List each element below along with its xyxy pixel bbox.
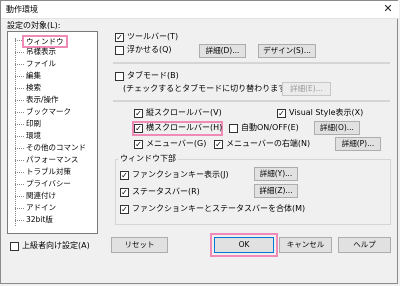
settings-tree[interactable]: ウィンドウ 吊様表示 ファイル 編集 検索 表示/操作 ブックマーク 印刷 環境 その他のコマンド… xyxy=(7,31,98,234)
toolbar-details-button[interactable]: 詳細(D)... xyxy=(199,44,246,58)
menubar-right-label: メニューバーの右端(N) xyxy=(226,139,311,148)
function-key-details-button[interactable]: 詳細(Y)... xyxy=(254,167,298,181)
tree-item[interactable]: 印刷 xyxy=(26,119,41,128)
statusbar-checkbox[interactable]: ✓ xyxy=(120,188,129,197)
tab-mode-note: (チェックするとタブモードに切り替わります) xyxy=(123,84,290,93)
window-title: 動作環境 xyxy=(6,5,38,14)
tree-item[interactable]: プライバシー xyxy=(26,179,71,188)
tree-item[interactable]: 関連付け xyxy=(26,191,56,200)
tree-item[interactable]: パフォーマンス xyxy=(26,155,78,164)
toolbar-label: ツールバー(T) xyxy=(127,32,179,41)
title-bar: 動作環境 ✕ xyxy=(1,1,399,19)
merge-checkbox[interactable]: ✓ xyxy=(120,205,129,214)
visual-style-checkbox[interactable]: ✓ xyxy=(277,109,286,118)
tab-mode-details-button[interactable]: 詳細(E)... xyxy=(282,82,331,96)
tree-connector xyxy=(15,52,24,53)
function-key-label: ファンクションキー表示(J) xyxy=(132,170,229,179)
advanced-checkbox[interactable] xyxy=(10,242,19,251)
tree-connector xyxy=(15,112,24,113)
hscroll-label: 横スクロールバー(H) xyxy=(146,123,223,132)
float-label: 浮かせる(Q) xyxy=(127,45,172,54)
tree-connector xyxy=(15,136,24,137)
float-checkbox[interactable] xyxy=(115,46,124,55)
tree-connector xyxy=(15,172,24,173)
tree-item[interactable]: アドイン xyxy=(26,203,56,212)
toolbar-checkbox[interactable]: ✓ xyxy=(115,33,124,42)
close-icon[interactable]: ✕ xyxy=(381,3,395,16)
tree-item[interactable]: 編集 xyxy=(26,71,41,80)
tree-item[interactable]: 検索 xyxy=(26,83,41,92)
vscroll-checkbox[interactable]: ✓ xyxy=(134,109,143,118)
menubar-right-checkbox[interactable]: ✓ xyxy=(214,140,223,149)
merge-label: ファンクションキーとステータスバーを合体(M) xyxy=(132,204,306,213)
tree-connector xyxy=(15,124,24,125)
tree-connector xyxy=(15,208,24,209)
reset-button[interactable]: リセット xyxy=(111,237,168,253)
tree-connector xyxy=(15,100,24,101)
toolbar-design-button[interactable]: デザイン(S)... xyxy=(258,44,316,58)
window-bottom-title: ウィンドウ下部 xyxy=(118,154,178,164)
tree-item[interactable]: ファイル xyxy=(26,59,56,68)
help-button[interactable]: ヘルプ xyxy=(338,237,391,253)
tree-connector xyxy=(15,148,24,149)
ok-button[interactable]: OK xyxy=(214,237,274,253)
menubar-details-button[interactable]: 詳細(P)... xyxy=(335,137,381,151)
visual-style-label: Visual Style表示(X) xyxy=(289,108,364,117)
statusbar-label: ステータスバー(R) xyxy=(132,187,200,196)
tree-connector xyxy=(15,76,24,77)
tab-mode-label: タブモード(B) xyxy=(127,71,179,80)
tree-item[interactable]: その他のコマンド xyxy=(26,143,86,152)
statusbar-details-button[interactable]: 詳細(Z)... xyxy=(254,184,298,198)
settings-dialog: 動作環境 ✕ 設定の対象(L): ウィンドウ 吊様表示 ファイル 編集 検索 表示/操作ブ… xyxy=(0,0,399,284)
tree-item[interactable]: トラブル対策 xyxy=(26,167,71,176)
settings-target-label: 設定の対象(L): xyxy=(7,21,61,30)
tree-connector-line xyxy=(15,38,16,226)
function-key-checkbox[interactable]: ✓ xyxy=(120,171,129,180)
tree-item[interactable]: 表示/操作 xyxy=(26,95,59,104)
tree-connector xyxy=(15,220,24,221)
separator xyxy=(113,62,390,64)
auto-onoff-label: 自動ON/OFF(E) xyxy=(241,123,299,132)
tree-connector xyxy=(15,196,24,197)
cancel-button[interactable]: キャンセル xyxy=(279,237,332,253)
separator xyxy=(113,100,390,102)
tree-connector xyxy=(15,64,24,65)
tree-item[interactable]: 吊様表示 xyxy=(26,47,56,56)
tree-item[interactable]: 32bit版 xyxy=(26,215,53,224)
hscroll-checkbox[interactable]: ✓ xyxy=(134,124,143,133)
hscroll-details-button[interactable]: 詳細(O)... xyxy=(314,121,360,135)
tree-connector xyxy=(15,88,24,89)
menubar-label: メニューバー(G) xyxy=(146,139,207,148)
tree-item[interactable]: ブックマーク xyxy=(26,107,71,116)
tree-connector xyxy=(15,160,24,161)
vscroll-label: 縦スクロールバー(V) xyxy=(146,108,222,117)
tree-item[interactable]: 環境 xyxy=(26,131,41,140)
tree-connector xyxy=(15,184,24,185)
tab-mode-checkbox[interactable] xyxy=(115,72,124,81)
advanced-label: 上級者向け設定(A) xyxy=(22,241,90,250)
auto-onoff-checkbox[interactable] xyxy=(229,124,238,133)
menubar-checkbox[interactable]: ✓ xyxy=(134,140,143,149)
